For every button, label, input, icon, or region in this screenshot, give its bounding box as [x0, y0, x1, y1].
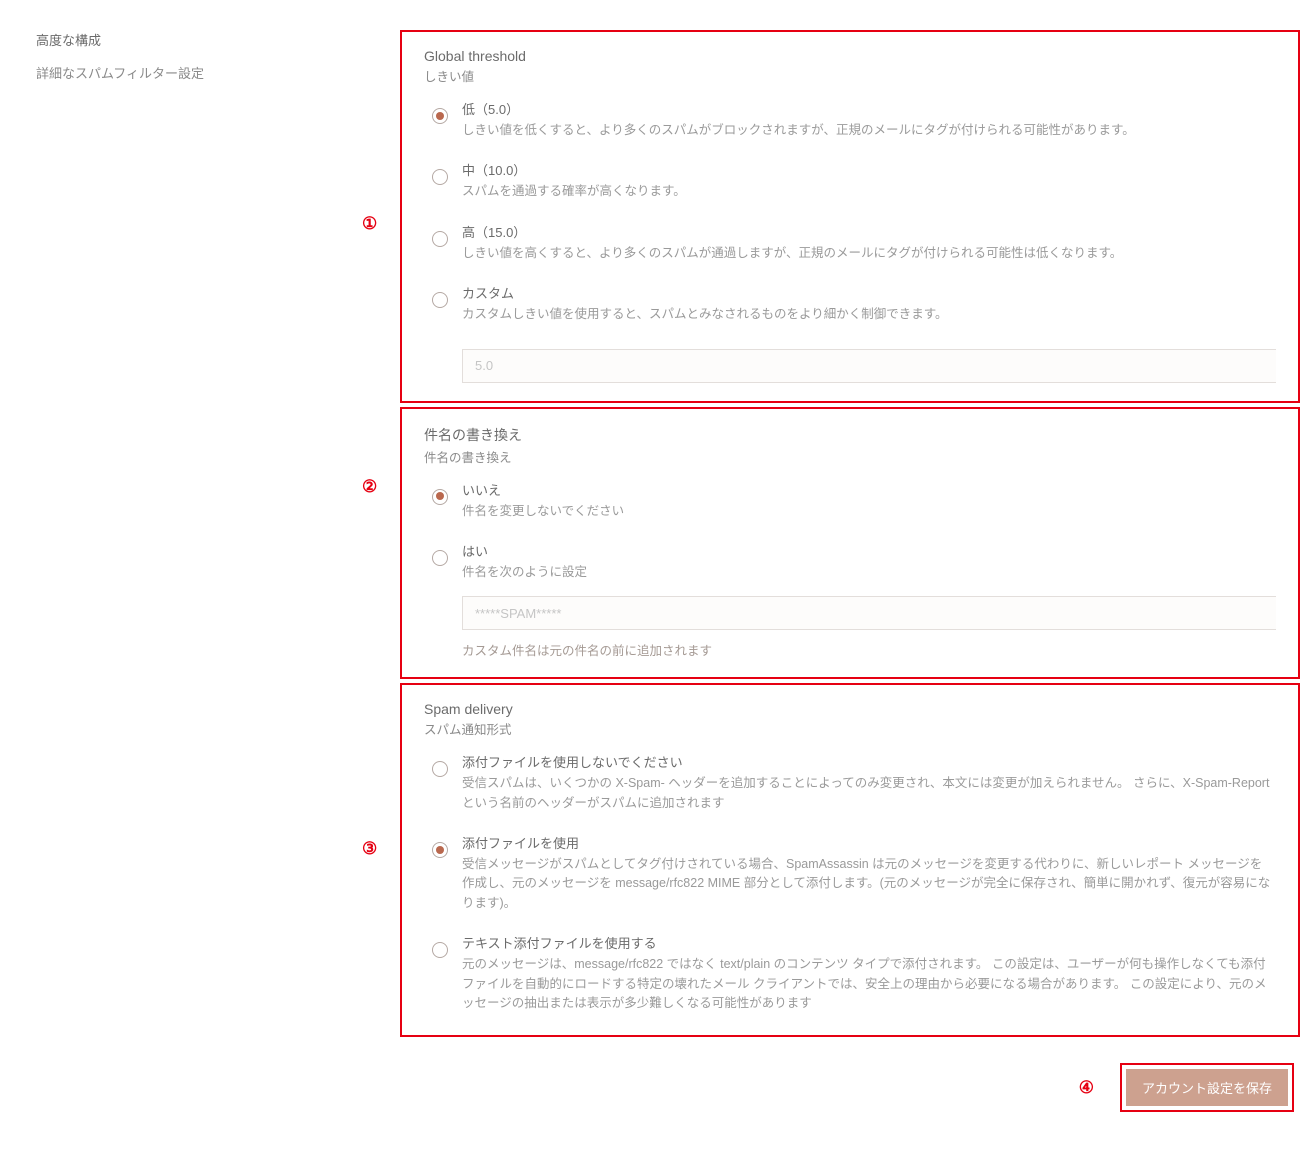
threshold-high-label: 高（15.0）	[462, 222, 1272, 241]
threshold-option-custom[interactable]: カスタム カスタムしきい値を使用すると、スパムとみなされるものをより細かく制御で…	[424, 283, 1276, 324]
threshold-low-label: 低（5.0）	[462, 99, 1272, 118]
delivery-text-label: テキスト添付ファイルを使用する	[462, 933, 1272, 952]
threshold-option-high[interactable]: 高（15.0） しきい値を高くすると、より多くのスパムが通過しますが、正規のメー…	[424, 222, 1276, 263]
panel-subject-rewrite: ② 件名の書き換え 件名の書き換え いいえ 件名を変更しないでください はい 件…	[400, 407, 1300, 680]
save-button-outline: アカウント設定を保存	[1120, 1063, 1294, 1112]
radio-icon[interactable]	[432, 292, 448, 308]
subject-title: 件名の書き換え	[424, 425, 1276, 445]
annotation-2: ②	[362, 477, 377, 497]
radio-icon[interactable]	[432, 761, 448, 777]
radio-icon[interactable]	[432, 231, 448, 247]
delivery-attach-desc: 受信メッセージがスパムとしてタグ付けされている場合、SpamAssassin は…	[462, 855, 1272, 913]
delivery-noattach-label: 添付ファイルを使用しないでください	[462, 752, 1272, 771]
sidebar: 高度な構成 詳細なスパムフィルター設定	[0, 30, 400, 82]
subject-no-desc: 件名を変更しないでください	[462, 502, 1272, 521]
subject-yes-desc: 件名を次のように設定	[462, 563, 1272, 582]
subject-custom-input[interactable]	[462, 596, 1276, 630]
radio-icon[interactable]	[432, 169, 448, 185]
threshold-low-desc: しきい値を低くすると、より多くのスパムがブロックされますが、正規のメールにタグが…	[462, 121, 1272, 140]
threshold-subtitle: しきい値	[424, 66, 1276, 85]
panel-spam-delivery: ③ Spam delivery スパム通知形式 添付ファイルを使用しないでくださ…	[400, 683, 1300, 1037]
subject-no-label: いいえ	[462, 480, 1272, 499]
delivery-option-text[interactable]: テキスト添付ファイルを使用する 元のメッセージは、message/rfc822 …	[424, 933, 1276, 1013]
threshold-high-desc: しきい値を高くすると、より多くのスパムが通過しますが、正規のメールにタグが付けら…	[462, 244, 1272, 263]
delivery-text-desc: 元のメッセージは、message/rfc822 ではなく text/plain …	[462, 955, 1272, 1013]
subject-option-no[interactable]: いいえ 件名を変更しないでください	[424, 480, 1276, 521]
panel-global-threshold: ① Global threshold しきい値 低（5.0） しきい値を低くする…	[400, 30, 1300, 403]
sidebar-title: 高度な構成	[36, 30, 400, 49]
subject-yes-label: はい	[462, 541, 1272, 560]
threshold-option-mid[interactable]: 中（10.0） スパムを通過する確率が高くなります。	[424, 160, 1276, 201]
annotation-3: ③	[362, 839, 377, 859]
delivery-subtitle: スパム通知形式	[424, 719, 1276, 738]
radio-icon[interactable]	[432, 489, 448, 505]
subject-subtitle: 件名の書き換え	[424, 447, 1276, 466]
threshold-title: Global threshold	[424, 48, 1276, 64]
save-row: ④ アカウント設定を保存	[400, 1063, 1300, 1112]
threshold-mid-desc: スパムを通過する確率が高くなります。	[462, 182, 1272, 201]
threshold-custom-label: カスタム	[462, 283, 1272, 302]
delivery-noattach-desc: 受信スパムは、いくつかの X-Spam- ヘッダーを追加することによってのみ変更…	[462, 774, 1272, 813]
subject-note: カスタム件名は元の件名の前に追加されます	[424, 640, 1276, 659]
threshold-option-low[interactable]: 低（5.0） しきい値を低くすると、より多くのスパムがブロックされますが、正規の…	[424, 99, 1276, 140]
radio-icon[interactable]	[432, 942, 448, 958]
delivery-option-noattach[interactable]: 添付ファイルを使用しないでください 受信スパムは、いくつかの X-Spam- ヘ…	[424, 752, 1276, 813]
threshold-custom-input[interactable]	[462, 349, 1276, 383]
threshold-custom-desc: カスタムしきい値を使用すると、スパムとみなされるものをより細かく制御できます。	[462, 305, 1272, 324]
save-button[interactable]: アカウント設定を保存	[1126, 1069, 1288, 1106]
radio-icon[interactable]	[432, 550, 448, 566]
threshold-mid-label: 中（10.0）	[462, 160, 1272, 179]
sidebar-subtitle: 詳細なスパムフィルター設定	[36, 63, 400, 82]
annotation-4: ④	[1079, 1078, 1094, 1098]
annotation-1: ①	[362, 214, 377, 234]
subject-option-yes[interactable]: はい 件名を次のように設定	[424, 541, 1276, 582]
main-content: ① Global threshold しきい値 低（5.0） しきい値を低くする…	[400, 30, 1300, 1112]
delivery-title: Spam delivery	[424, 701, 1276, 717]
radio-icon[interactable]	[432, 108, 448, 124]
delivery-attach-label: 添付ファイルを使用	[462, 833, 1272, 852]
delivery-option-attach[interactable]: 添付ファイルを使用 受信メッセージがスパムとしてタグ付けされている場合、Spam…	[424, 833, 1276, 913]
radio-icon[interactable]	[432, 842, 448, 858]
